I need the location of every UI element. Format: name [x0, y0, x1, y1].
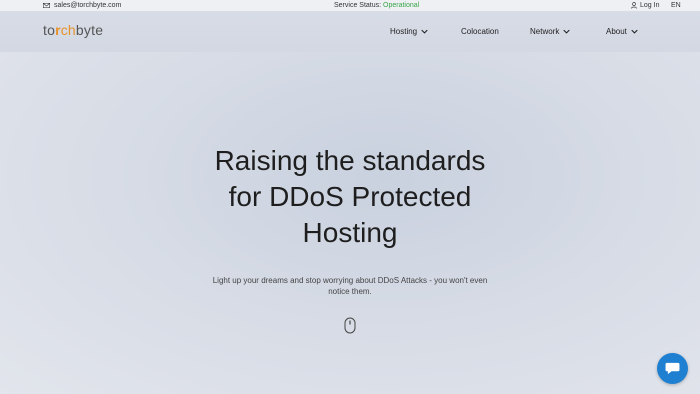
main-header: torchbyte Hosting Colocation Network Abo…	[0, 12, 700, 52]
email-text: sales@torchbyte.com	[54, 2, 122, 9]
nav-label: About	[606, 27, 627, 36]
login-link[interactable]: Log In	[631, 0, 659, 11]
top-bar: sales@torchbyte.com Service Status: Oper…	[0, 0, 700, 12]
user-icon	[631, 2, 637, 9]
hero-title-line: for DDoS Protected	[228, 181, 472, 212]
status-label: Service Status:	[334, 2, 382, 9]
logo-part: ch	[60, 22, 76, 38]
nav-label: Colocation	[461, 27, 499, 36]
chevron-down-icon	[631, 29, 638, 34]
logo-part: byte	[75, 22, 104, 38]
nav-colocation[interactable]: Colocation	[461, 27, 499, 36]
chat-bubble-icon	[665, 362, 680, 375]
chevron-down-icon	[421, 29, 428, 34]
hero-title-line: Raising the standards	[214, 145, 486, 176]
hero-subtitle: Light up your dreams and stop worrying a…	[212, 276, 488, 296]
hero-title-line: Hosting	[302, 217, 398, 248]
nav-label: Network	[530, 27, 560, 36]
envelope-icon	[43, 3, 50, 8]
status-value: Operational	[383, 2, 420, 9]
chevron-down-icon	[563, 29, 571, 34]
language-selector[interactable]: EN	[671, 0, 681, 11]
contact-email[interactable]: sales@torchbyte.com	[43, 0, 121, 11]
nav-label: Hosting	[390, 27, 418, 36]
torchbyte-logo[interactable]: torchbyte	[43, 22, 103, 38]
logo-part: to	[43, 22, 56, 38]
chat-button[interactable]	[657, 353, 688, 384]
login-label: Log In	[640, 2, 660, 9]
mouse-scroll-icon[interactable]	[344, 317, 356, 334]
nav-about[interactable]: About	[606, 27, 638, 36]
service-status[interactable]: Service Status: Operational	[334, 0, 419, 11]
nav-hosting[interactable]: Hosting	[390, 27, 428, 36]
hero-title: Raising the standards for DDoS Protected…	[150, 143, 550, 251]
nav-network[interactable]: Network	[530, 27, 571, 36]
